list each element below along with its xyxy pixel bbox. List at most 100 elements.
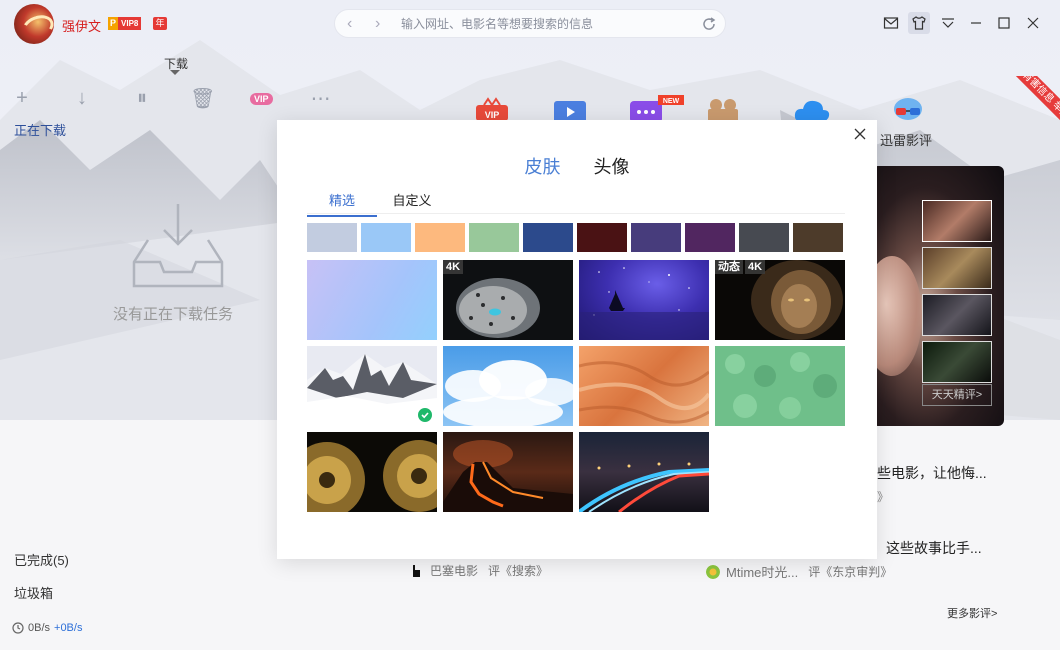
- svg-text:VIP: VIP: [485, 110, 500, 120]
- review-source[interactable]: Mtime时光... 评《东京审判》: [706, 562, 892, 581]
- forward-icon[interactable]: ›: [375, 15, 380, 33]
- close-icon[interactable]: [853, 127, 867, 141]
- skin-dialog: 皮肤 头像 精选 自定义 4K 动态 4K: [277, 120, 877, 559]
- color-swatch-9[interactable]: [739, 223, 789, 252]
- mtime-logo-icon: [706, 564, 720, 579]
- color-swatch-4[interactable]: [469, 223, 519, 252]
- color-swatches: [307, 223, 843, 252]
- source-logo-icon: [413, 564, 420, 577]
- volcano-image: [443, 440, 573, 512]
- tab-caret-icon: [170, 70, 180, 75]
- gears-image: [307, 440, 437, 512]
- source-review: 评《东京审判》: [808, 565, 893, 579]
- daily-review-button[interactable]: 天天精评>: [922, 384, 992, 406]
- color-swatch-3[interactable]: [415, 223, 465, 252]
- selected-check-icon: [417, 407, 433, 423]
- article-title[interactable]: 些电影，让他悔...: [877, 463, 987, 483]
- skin-tile-snow-mountain[interactable]: [307, 346, 437, 426]
- tile-tags: 4K: [443, 260, 464, 274]
- speed-icon: [12, 622, 24, 634]
- refresh-icon[interactable]: [701, 16, 717, 32]
- title-bar: 强伊文 P VIP8 年 ‹ ›: [0, 0, 1060, 48]
- sidebar-item-trash[interactable]: 垃圾箱: [14, 583, 53, 602]
- dialog-tabs: 皮肤 头像: [277, 153, 877, 179]
- speed-down: 0B/s: [28, 622, 51, 634]
- report-ribbon[interactable]: 有害信息 举报: [990, 76, 1060, 146]
- more-icon[interactable]: ⋯: [309, 86, 333, 111]
- vip-badge[interactable]: P VIP8: [108, 17, 142, 30]
- color-swatch-1[interactable]: [307, 223, 357, 252]
- highway-image: [579, 462, 709, 512]
- empty-tray-icon: [132, 204, 224, 288]
- article-title[interactable]: 这些故事比手...: [886, 538, 982, 558]
- source-name: 巴塞电影: [430, 564, 479, 578]
- movie-poster[interactable]: 天天精评>: [872, 166, 1004, 426]
- user-avatar[interactable]: [14, 4, 54, 44]
- skin-tile-gradient[interactable]: [307, 260, 437, 340]
- sidebar-item-downloading[interactable]: 正在下载: [14, 120, 66, 139]
- sidebar-item-completed[interactable]: 已完成(5): [14, 550, 69, 569]
- subtab-divider: [307, 213, 845, 214]
- skin-tile-volcano[interactable]: [443, 432, 573, 512]
- vip-speedup-icon[interactable]: VIP: [250, 92, 273, 105]
- color-swatch-8[interactable]: [685, 223, 735, 252]
- skin-tile-golden-gears[interactable]: [307, 432, 437, 512]
- minimize-icon[interactable]: [965, 12, 987, 34]
- film-review-icon[interactable]: [890, 95, 926, 125]
- color-swatch-7[interactable]: [631, 223, 681, 252]
- username[interactable]: 强伊文: [62, 16, 101, 35]
- sailboat-image: [579, 267, 709, 340]
- skin-tile-green-clover[interactable]: [715, 346, 845, 426]
- color-swatch-5[interactable]: [523, 223, 573, 252]
- review-source[interactable]: 巴塞电影 评《搜索》: [410, 562, 548, 579]
- new-badge: NEW: [663, 98, 680, 105]
- download-arrow-icon[interactable]: ↓: [70, 87, 94, 110]
- mail-icon[interactable]: [880, 12, 902, 34]
- color-swatch-2[interactable]: [361, 223, 411, 252]
- speed-up: +0B/s: [54, 622, 83, 634]
- poster-face: [872, 256, 922, 376]
- app-label-film-review[interactable]: 迅雷影评: [880, 130, 932, 149]
- poster-thumbnails: [922, 200, 992, 383]
- skin-tile-night-highway[interactable]: [579, 432, 709, 512]
- skin-tile-lion[interactable]: 动态 4K: [715, 260, 845, 340]
- back-icon[interactable]: ‹: [347, 15, 352, 33]
- maximize-icon[interactable]: [993, 12, 1015, 34]
- tab-avatar[interactable]: 头像: [594, 153, 630, 179]
- delete-icon[interactable]: 🗑: [190, 86, 215, 111]
- clover-image: [725, 352, 837, 419]
- color-swatch-10[interactable]: [793, 223, 843, 252]
- tile-tags: 动态 4K: [715, 260, 766, 274]
- poster-thumb[interactable]: [922, 341, 992, 383]
- more-reviews-link[interactable]: 更多影评>: [947, 605, 997, 621]
- download-toolbar: + ↓ ⏸ 🗑 VIP ⋯: [10, 86, 333, 111]
- skin-icon[interactable]: [908, 12, 930, 34]
- empty-text: 没有正在下载任务: [113, 306, 234, 323]
- article-subtitle: 》: [877, 490, 890, 504]
- color-swatch-6[interactable]: [577, 223, 627, 252]
- poster-thumb[interactable]: [922, 200, 992, 242]
- source-name: Mtime时光...: [726, 565, 799, 580]
- speed-indicator: 0B/s +0B/s: [12, 622, 82, 634]
- vip-p-label: P: [108, 17, 119, 30]
- tile-tag-4k: 4K: [745, 260, 766, 274]
- pause-icon[interactable]: ⏸: [130, 87, 154, 110]
- address-bar: ‹ ›: [334, 9, 726, 38]
- clouds-image: [443, 360, 573, 426]
- poster-thumb[interactable]: [922, 247, 992, 289]
- skin-grid: 4K 动态 4K: [307, 260, 845, 512]
- skin-tile-starry-sailboat[interactable]: [579, 260, 709, 340]
- skin-tile-sand-canyon[interactable]: [579, 346, 709, 426]
- tab-skin[interactable]: 皮肤: [524, 153, 560, 179]
- year-badge: 年: [153, 17, 167, 30]
- dropdown-icon[interactable]: [937, 12, 959, 34]
- poster-thumb[interactable]: [922, 294, 992, 336]
- add-icon[interactable]: +: [10, 87, 34, 110]
- tile-tag-4k: 4K: [443, 260, 464, 274]
- canyon-image: [579, 361, 709, 424]
- skin-tile-snow-leopard[interactable]: 4K: [443, 260, 573, 340]
- search-input[interactable]: [401, 15, 691, 33]
- report-ribbon-label: 有害信息 举报: [1005, 76, 1060, 137]
- skin-tile-cloudy-sky[interactable]: [443, 346, 573, 426]
- close-icon[interactable]: [1022, 12, 1044, 34]
